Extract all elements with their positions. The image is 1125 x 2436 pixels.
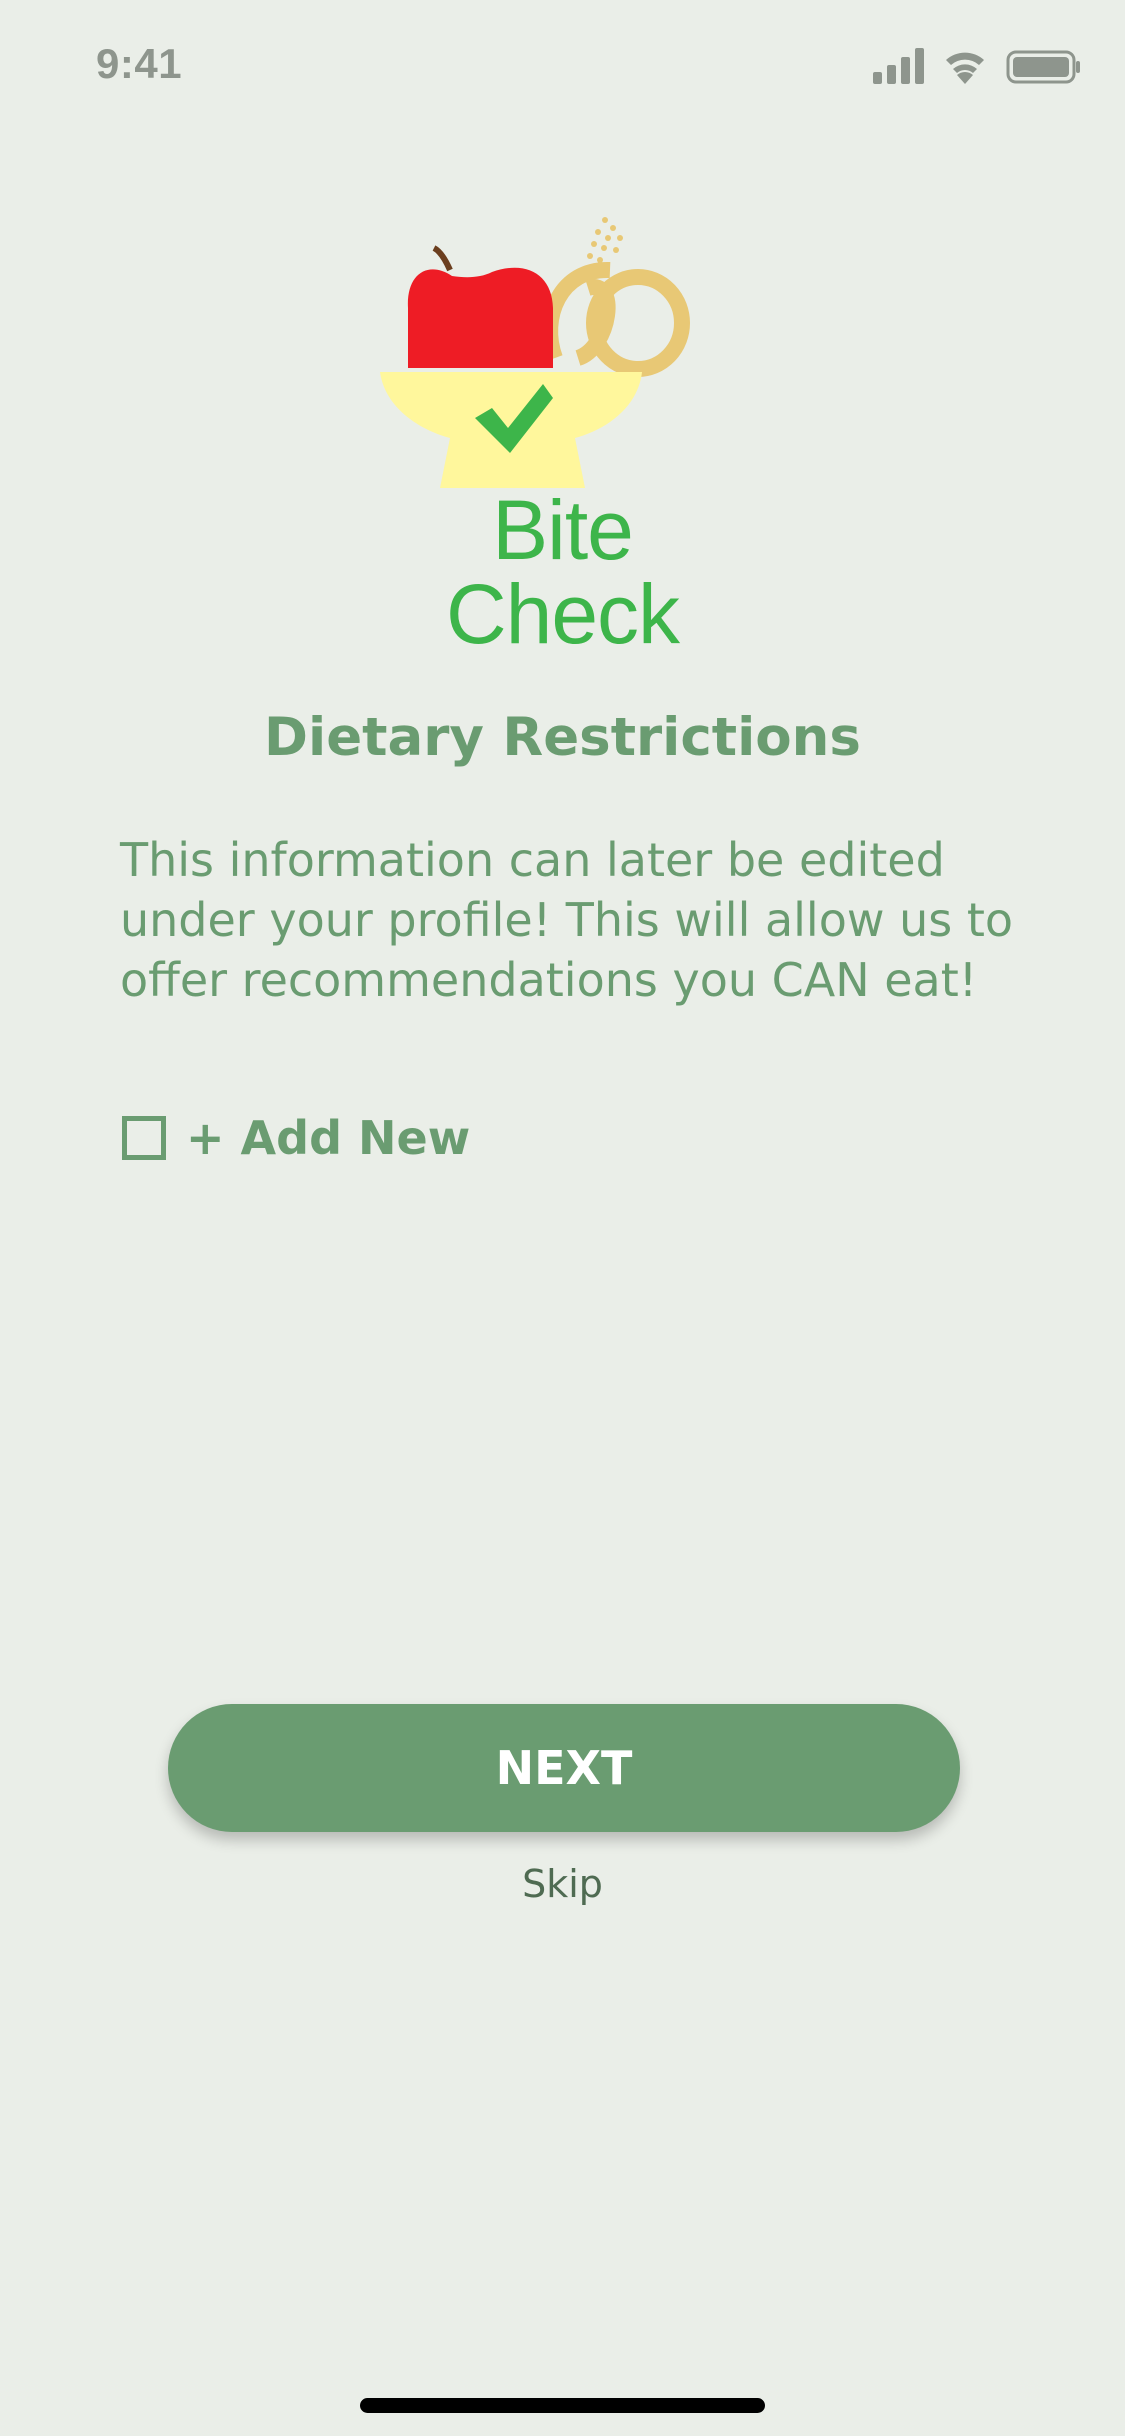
add-new-label: + Add New: [186, 1111, 471, 1165]
next-button[interactable]: NEXT: [168, 1704, 960, 1832]
status-icons: [873, 48, 1080, 84]
add-new-restriction[interactable]: + Add New: [122, 1108, 470, 1168]
cellular-signal-icon: [873, 48, 924, 84]
add-new-checkbox[interactable]: [122, 1116, 166, 1160]
logo-text: Bite Check: [445, 483, 680, 661]
skip-link[interactable]: Skip: [0, 1862, 1125, 1906]
status-bar: 9:41: [0, 0, 1125, 132]
home-indicator: [360, 2398, 765, 2413]
status-time: 9:41: [96, 40, 183, 87]
page-description: This information can later be edited und…: [120, 833, 1014, 1007]
apple-icon: [407, 245, 553, 368]
food-bowl-check-logo: [380, 217, 690, 488]
pretzel-icon: [542, 262, 690, 377]
battery-icon: [1006, 50, 1080, 84]
pretzel-salt-icon: [587, 217, 623, 263]
page-title: Dietary Restrictions: [264, 707, 861, 768]
wifi-icon: [946, 52, 984, 84]
app-logo: Bite Check: [380, 208, 745, 656]
